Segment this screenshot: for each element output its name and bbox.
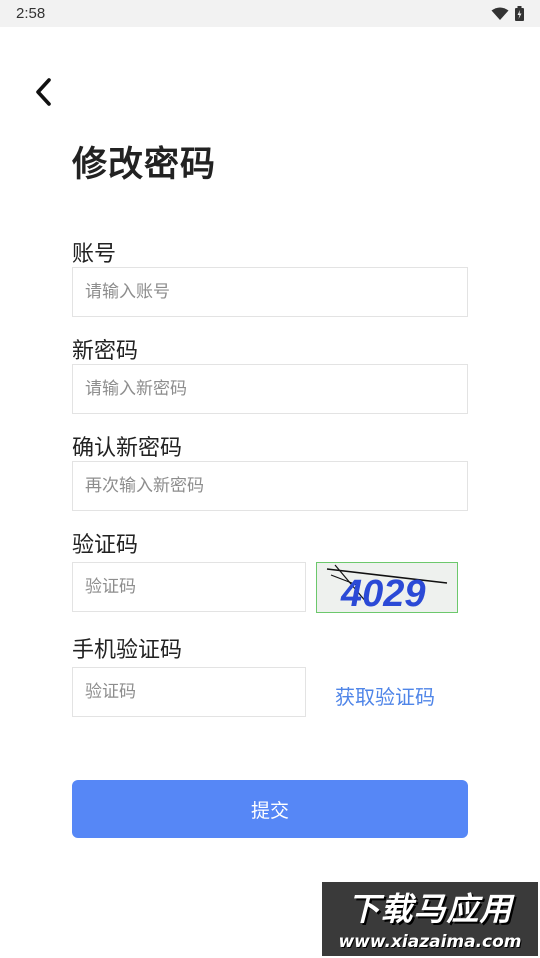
sms-code-label: 手机验证码 <box>72 638 183 663</box>
captcha-label: 验证码 <box>72 533 139 558</box>
chevron-left-icon <box>33 77 53 111</box>
captcha-image[interactable]: 4029 <box>316 562 458 613</box>
account-input[interactable] <box>72 267 468 317</box>
watermark: 下载马应用 www.xiazaima.com <box>322 882 538 956</box>
wifi-icon <box>491 6 509 25</box>
page-title: 修改密码 <box>72 145 217 185</box>
watermark-url: www.xiazaima.com <box>338 932 522 952</box>
status-icons <box>491 6 524 25</box>
back-button[interactable] <box>26 74 60 114</box>
status-bar: 2:58 <box>0 0 540 27</box>
new-password-input[interactable] <box>72 364 468 414</box>
account-label: 账号 <box>72 242 117 267</box>
confirm-password-input[interactable] <box>72 461 468 511</box>
new-password-label: 新密码 <box>72 339 139 364</box>
battery-icon <box>515 6 524 25</box>
captcha-input[interactable] <box>72 562 306 612</box>
submit-button[interactable]: 提交 <box>72 780 468 838</box>
status-time: 2:58 <box>16 5 46 22</box>
watermark-title: 下载马应用 <box>347 890 513 928</box>
captcha-text: 4029 <box>340 573 426 612</box>
get-code-button[interactable]: 获取验证码 <box>335 681 435 710</box>
confirm-password-label: 确认新密码 <box>72 436 183 461</box>
sms-code-input[interactable] <box>72 667 306 717</box>
